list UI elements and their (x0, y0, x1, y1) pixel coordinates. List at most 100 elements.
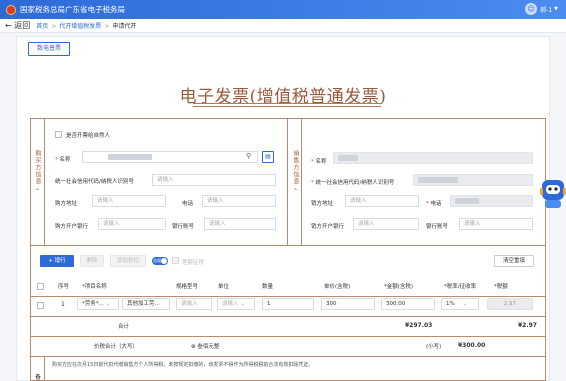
add-row-label[interactable]: 增行 (55, 258, 66, 264)
row-tax-input: 2.97 (487, 298, 533, 310)
row-spec-input[interactable]: 请输入 (176, 298, 212, 310)
crumb-home[interactable]: 首页 (36, 23, 48, 30)
buyer-address-input[interactable]: 请输入 (92, 195, 166, 207)
col-qty: 数量 (262, 284, 274, 290)
row-price-input[interactable]: 300 (321, 298, 375, 310)
seller-address-input[interactable]: 请输入 (345, 195, 419, 207)
seller-name-text: 名称 (315, 159, 327, 165)
buyer-side-text: 购买方信息 (34, 150, 41, 185)
total-words-text: 叁佰元整 (197, 344, 220, 350)
breadcrumb-bar: ← 返回 首页 > 代开增值税发票 > 申请代开 (0, 19, 566, 33)
seller-address-label: 销方地址 (311, 201, 334, 207)
total-small-amount: ¥300.00 (458, 342, 486, 349)
row-rate-select[interactable]: 1% ⌄ (441, 298, 479, 310)
back-label[interactable]: 返回 (14, 21, 30, 30)
row-checkbox[interactable] (37, 302, 44, 309)
seller-phone-label: * 电话 (426, 201, 442, 207)
document-icon[interactable]: ▤ (262, 151, 274, 163)
row-unit-select[interactable]: 请输入 ⌄ (217, 298, 255, 310)
tax-emblem-icon (6, 4, 16, 15)
col-unit: 单位 (218, 284, 230, 290)
subtotal-divider (30, 316, 546, 317)
buyer-side-label: 购买方信息 ⌃ (34, 150, 41, 196)
back-button[interactable]: ← 返回 (5, 20, 30, 31)
seller-taxid-redacted (418, 177, 458, 183)
remarks-label: 备 (35, 374, 42, 381)
buyer-taxid-label: 统一社会信用代码/纳税人识别号 (55, 179, 134, 185)
natural-person-checkbox[interactable] (55, 131, 62, 138)
seller-side-divider (301, 118, 302, 245)
title-underline (193, 103, 381, 104)
chevron-down-icon[interactable]: ⌄ (462, 301, 467, 307)
buyer-bank-input[interactable]: 请输入 (98, 218, 166, 230)
row-amount-input[interactable]: 300.00 (381, 298, 435, 310)
remarks-divider (30, 356, 546, 357)
total-small-label: (小写) (426, 344, 442, 350)
subtotal-amount: ¥297.03 (405, 322, 433, 329)
title-underline-2 (193, 106, 381, 107)
select-all-checkbox[interactable] (37, 283, 44, 290)
chevron-down-icon[interactable]: ⌄ (106, 301, 111, 307)
clear-button[interactable]: 清空重填 (494, 255, 534, 267)
crumb-vat-invoice[interactable]: 代开增值税发票 (59, 23, 101, 30)
subtotal-label: 合计 (118, 324, 130, 330)
seller-name-input (333, 152, 533, 164)
add-row-button[interactable]: + 增行 (40, 255, 74, 267)
buyer-address-label: 购方地址 (55, 201, 78, 207)
user-avatar-icon[interactable]: ☺ (525, 3, 538, 15)
breadcrumb: 首页 > 代开增值税发票 > 申请代开 (36, 23, 137, 30)
seller-phone-text: 电话 (430, 201, 442, 207)
total-label: 价税合计（大写） (94, 344, 139, 350)
buyer-account-label: 银行账号 (172, 224, 195, 230)
delete-button[interactable]: 删除 (80, 255, 104, 267)
row-rate-value[interactable]: 1% (446, 301, 455, 307)
remarks-side-divider (44, 356, 45, 381)
search-icon[interactable]: ⚲ (246, 152, 251, 160)
buyer-name-redacted (108, 154, 152, 160)
seller-taxid-label: * 统一社会信用代码/纳税人识别号 (311, 180, 395, 186)
buyer-phone-input[interactable]: 请输入 (202, 195, 276, 207)
row-category-select[interactable]: *劳务*... ⌄ (77, 298, 119, 310)
seller-account-label: 银行账号 (426, 224, 449, 230)
section-divider (30, 245, 546, 246)
seller-name-label: * 名称 (311, 159, 327, 165)
seller-taxid-text: 统一社会信用代码/纳税人识别号 (315, 180, 395, 186)
assistant-robot-icon[interactable] (540, 176, 566, 210)
chevron-down-icon[interactable]: ▼ (554, 6, 558, 12)
remarks-text: 购买方应在次月15日前代扣代缴销售方个人所得税，未按规定扣缴的，该发票不得作为所… (52, 362, 314, 368)
crumb-current: 申请代开 (112, 23, 137, 30)
seller-bank-input[interactable]: 请输入 (353, 218, 419, 230)
buyer-account-input[interactable]: 请输入 (204, 218, 276, 230)
chevron-down-icon[interactable]: ⌄ (240, 301, 245, 307)
special-checkbox[interactable] (172, 257, 179, 264)
col-price: 单价(含税) (324, 284, 351, 290)
row-no: 1 (61, 301, 65, 308)
buyer-taxid-input[interactable]: 请输入 (152, 174, 276, 186)
col-amount: *金额(含税) (384, 284, 414, 290)
seller-name-redacted (338, 155, 358, 161)
seller-account-input[interactable]: 请输入 (459, 218, 533, 230)
tab-digital-invoice[interactable]: 数电普票 (28, 42, 71, 56)
buyer-bank-label: 购方开户银行 (55, 224, 89, 230)
circle-x-icon: ⊗ (191, 344, 196, 350)
seller-side-label: 销售方信息 ⌃ (292, 150, 299, 196)
buyer-name-text: 名称 (59, 157, 71, 163)
add-discount-button[interactable]: 添加折扣 (110, 255, 146, 267)
subtotal-tax: ¥2.97 (518, 322, 537, 329)
row-category-value[interactable]: *劳务*... (82, 301, 104, 307)
natural-person-label: 是否开票给自然人 (66, 133, 111, 139)
special-label: 差额征税 (182, 260, 205, 266)
row-item-name-input[interactable]: 其他加工劳... (122, 298, 170, 310)
user-name[interactable]: 郝-1 (540, 5, 552, 14)
middle-divider (287, 118, 288, 245)
col-no: 序号 (58, 284, 70, 290)
row-qty-input[interactable]: 1 (262, 298, 314, 310)
seller-bank-label: 销方开户银行 (311, 224, 345, 230)
seller-phone-redacted (455, 198, 479, 204)
seller-side-text: 销售方信息 (292, 150, 299, 185)
col-tax: *税额 (494, 284, 508, 290)
row-unit-value[interactable]: 请输入 (222, 301, 239, 307)
user-menu[interactable]: ☺ 郝-1 ▼ (525, 3, 558, 15)
col-rate: *税率/征收率 (444, 284, 477, 290)
col-spec: 规格型号 (176, 284, 199, 290)
